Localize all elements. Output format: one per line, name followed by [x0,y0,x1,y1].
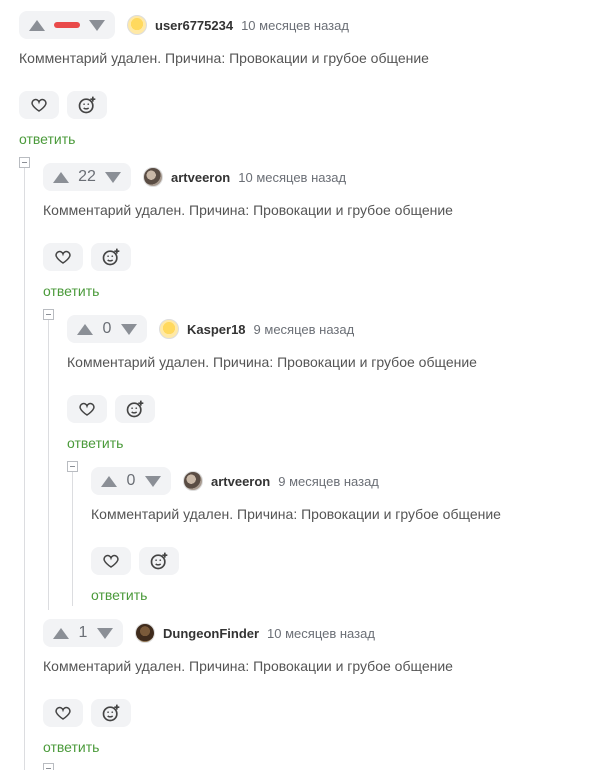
vote-control [19,11,115,39]
username[interactable]: DungeonFinder [163,626,259,641]
collapse-toggle[interactable] [67,461,78,472]
smiley-plus-icon [102,704,120,722]
avatar[interactable] [159,319,179,339]
collapse-toggle[interactable] [19,157,30,168]
comment-actions [91,547,179,575]
heart-icon [55,706,71,720]
heart-icon [103,554,119,568]
thread-line [72,472,73,606]
timestamp[interactable]: 10 месяцев назад [238,170,346,185]
username[interactable]: artveeron [211,474,270,489]
comment-actions [67,395,155,423]
avatar[interactable] [127,15,147,35]
reply-link[interactable]: ответить [19,131,75,147]
reply-link[interactable]: ответить [43,283,99,299]
downvote-icon[interactable] [105,171,121,183]
username[interactable]: artveeron [171,170,230,185]
collapse-toggle[interactable] [43,763,54,770]
score: 1 [78,624,88,641]
reply-link[interactable]: ответить [91,587,147,603]
thread-line [48,320,49,610]
heart-icon [31,98,47,112]
avatar[interactable] [135,623,155,643]
upvote-icon[interactable] [101,475,117,487]
upvote-icon[interactable] [53,627,69,639]
comment-actions [43,699,131,727]
score-negative-bar [54,22,80,28]
smiley-plus-icon [150,552,168,570]
downvote-icon[interactable] [97,627,113,639]
like-button[interactable] [43,243,83,271]
add-reaction-button[interactable] [91,699,131,727]
vote-control: 0 [67,315,147,343]
add-reaction-button[interactable] [91,243,131,271]
add-reaction-button[interactable] [139,547,179,575]
downvote-icon[interactable] [121,323,137,335]
upvote-icon[interactable] [53,171,69,183]
thread-line [24,168,25,770]
score: 0 [126,472,136,489]
comment-header: 0 Kasper18 9 месяцев назад [67,314,354,344]
comment-header: 0 artveeron 9 месяцев назад [91,466,379,496]
upvote-icon[interactable] [29,19,45,31]
smiley-plus-icon [78,96,96,114]
like-button[interactable] [19,91,59,119]
downvote-icon[interactable] [89,19,105,31]
comment-header: 22 artveeron 10 месяцев назад [43,162,346,192]
heart-icon [79,402,95,416]
comment-text: Комментарий удален. Причина: Провокации … [91,506,501,522]
comment-header: user6775234 10 месяцев назад [19,10,349,40]
comment-text: Комментарий удален. Причина: Провокации … [43,658,453,674]
add-reaction-button[interactable] [67,91,107,119]
add-reaction-button[interactable] [115,395,155,423]
smiley-plus-icon [102,248,120,266]
comment-text: Комментарий удален. Причина: Провокации … [19,50,429,66]
comment-actions [19,91,107,119]
timestamp[interactable]: 10 месяцев назад [241,18,349,33]
like-button[interactable] [67,395,107,423]
username[interactable]: user6775234 [155,18,233,33]
comment-text: Комментарий удален. Причина: Провокации … [67,354,477,370]
score: 0 [102,320,112,337]
smiley-plus-icon [126,400,144,418]
like-button[interactable] [43,699,83,727]
timestamp[interactable]: 9 месяцев назад [254,322,355,337]
comment-text: Комментарий удален. Причина: Провокации … [43,202,453,218]
heart-icon [55,250,71,264]
avatar[interactable] [143,167,163,187]
vote-control: 22 [43,163,131,191]
upvote-icon[interactable] [77,323,93,335]
avatar[interactable] [183,471,203,491]
timestamp[interactable]: 9 месяцев назад [278,474,379,489]
reply-link[interactable]: ответить [67,435,123,451]
vote-control: 1 [43,619,123,647]
vote-control: 0 [91,467,171,495]
username[interactable]: Kasper18 [187,322,246,337]
like-button[interactable] [91,547,131,575]
comment-actions [43,243,131,271]
timestamp[interactable]: 10 месяцев назад [267,626,375,641]
score: 22 [78,168,96,185]
comment-header: 1 DungeonFinder 10 месяцев назад [43,618,375,648]
collapse-toggle[interactable] [43,309,54,320]
reply-link[interactable]: ответить [43,739,99,755]
downvote-icon[interactable] [145,475,161,487]
